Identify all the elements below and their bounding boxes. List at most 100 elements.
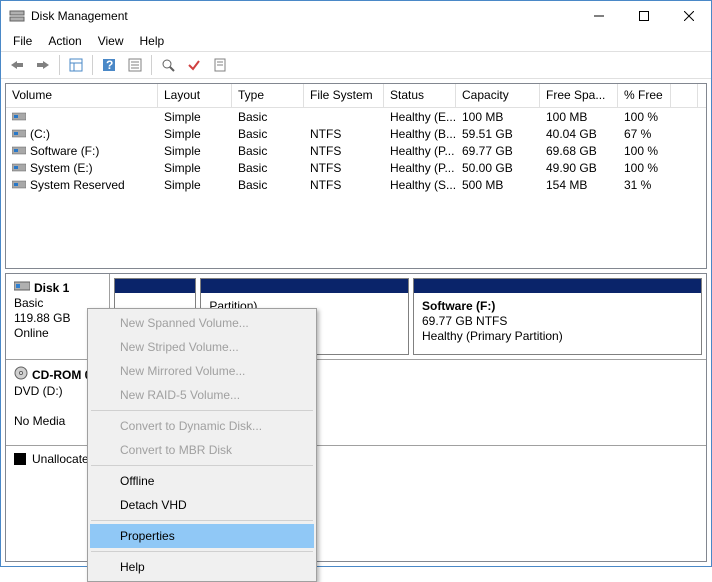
cell-type: Basic: [232, 161, 304, 175]
table-row[interactable]: System (E:)SimpleBasicNTFSHealthy (P...5…: [6, 159, 706, 176]
cell-volume: System Reserved: [6, 178, 158, 192]
menu-action[interactable]: Action: [40, 32, 89, 50]
disk-icon: [14, 280, 30, 296]
titlebar: Disk Management: [1, 1, 711, 31]
svg-text:?: ?: [106, 58, 113, 72]
help-icon[interactable]: ?: [97, 53, 121, 77]
cell-layout: Simple: [158, 110, 232, 124]
cell-free: 49.90 GB: [540, 161, 618, 175]
cell-layout: Simple: [158, 178, 232, 192]
col-volume[interactable]: Volume: [6, 84, 158, 107]
col-type[interactable]: Type: [232, 84, 304, 107]
table-row[interactable]: (C:)SimpleBasicNTFSHealthy (B...59.51 GB…: [6, 125, 706, 142]
partition-body: Software (F:) 69.77 GB NTFS Healthy (Pri…: [414, 293, 701, 354]
cell-layout: Simple: [158, 144, 232, 158]
cell-free: 40.04 GB: [540, 127, 618, 141]
cell-fs: NTFS: [304, 144, 384, 158]
cell-volume: [6, 111, 158, 122]
cell-free: 154 MB: [540, 178, 618, 192]
menu-view[interactable]: View: [90, 32, 132, 50]
toolbar-separator: [151, 55, 152, 75]
cell-pct: 100 %: [618, 161, 671, 175]
cell-status: Healthy (P...: [384, 144, 456, 158]
minimize-button[interactable]: [576, 2, 621, 31]
col-freespace[interactable]: Free Spa...: [540, 84, 618, 107]
grid-body: SimpleBasicHealthy (E...100 MB100 MB100 …: [6, 108, 706, 193]
search-icon[interactable]: [156, 53, 180, 77]
settings-icon[interactable]: [64, 53, 88, 77]
ctx-convert-dynamic: Convert to Dynamic Disk...: [90, 414, 314, 438]
grid-header: Volume Layout Type File System Status Ca…: [6, 84, 706, 108]
cell-status: Healthy (E...: [384, 110, 456, 124]
toolbar-separator: [59, 55, 60, 75]
ctx-help[interactable]: Help: [90, 555, 314, 579]
cell-free: 100 MB: [540, 110, 618, 124]
legend-label: Unallocated: [32, 452, 95, 466]
ctx-new-mirrored: New Mirrored Volume...: [90, 359, 314, 383]
table-row[interactable]: SimpleBasicHealthy (E...100 MB100 MB100 …: [6, 108, 706, 125]
context-menu: New Spanned Volume... New Striped Volume…: [87, 308, 317, 582]
partition-header: [115, 279, 195, 293]
back-button[interactable]: [5, 53, 29, 77]
ctx-properties[interactable]: Properties: [90, 524, 314, 548]
cell-pct: 31 %: [618, 178, 671, 192]
menu-help[interactable]: Help: [132, 32, 173, 50]
col-layout[interactable]: Layout: [158, 84, 232, 107]
cell-type: Basic: [232, 144, 304, 158]
cell-pct: 100 %: [618, 110, 671, 124]
cell-fs: NTFS: [304, 127, 384, 141]
partition-header: [201, 279, 408, 293]
partition-name: Software (F:): [422, 299, 693, 314]
toolbar: ?: [1, 51, 711, 79]
col-status[interactable]: Status: [384, 84, 456, 107]
cell-free: 69.68 GB: [540, 144, 618, 158]
cell-capacity: 50.00 GB: [456, 161, 540, 175]
menu-file[interactable]: File: [5, 32, 40, 50]
cell-layout: Simple: [158, 161, 232, 175]
disk-name: Disk 1: [34, 281, 69, 296]
ctx-separator: [91, 465, 313, 466]
cell-type: Basic: [232, 178, 304, 192]
close-button[interactable]: [666, 2, 711, 31]
toolbar-separator: [92, 55, 93, 75]
col-spacer: [671, 84, 698, 107]
cell-volume: Software (F:): [6, 144, 158, 158]
menubar: File Action View Help: [1, 31, 711, 51]
ctx-separator: [91, 410, 313, 411]
maximize-button[interactable]: [621, 2, 666, 31]
cell-capacity: 500 MB: [456, 178, 540, 192]
check-icon[interactable]: [182, 53, 206, 77]
cell-status: Healthy (B...: [384, 127, 456, 141]
list-icon[interactable]: [123, 53, 147, 77]
properties-icon[interactable]: [208, 53, 232, 77]
cell-volume: System (E:): [6, 161, 158, 175]
col-capacity[interactable]: Capacity: [456, 84, 540, 107]
cell-type: Basic: [232, 110, 304, 124]
col-pctfree[interactable]: % Free: [618, 84, 671, 107]
ctx-new-raid5: New RAID-5 Volume...: [90, 383, 314, 407]
volume-grid: Volume Layout Type File System Status Ca…: [5, 83, 707, 269]
partition[interactable]: Software (F:) 69.77 GB NTFS Healthy (Pri…: [413, 278, 702, 355]
cell-capacity: 100 MB: [456, 110, 540, 124]
col-filesystem[interactable]: File System: [304, 84, 384, 107]
ctx-separator: [91, 520, 313, 521]
ctx-new-striped: New Striped Volume...: [90, 335, 314, 359]
legend-swatch: [14, 453, 26, 465]
cdrom-name: CD-ROM 0: [32, 368, 91, 383]
ctx-offline[interactable]: Offline: [90, 469, 314, 493]
window-title: Disk Management: [31, 9, 576, 23]
cell-status: Healthy (P...: [384, 161, 456, 175]
cell-status: Healthy (S...: [384, 178, 456, 192]
forward-button[interactable]: [31, 53, 55, 77]
cell-volume: (C:): [6, 127, 158, 141]
cell-pct: 100 %: [618, 144, 671, 158]
table-row[interactable]: Software (F:)SimpleBasicNTFSHealthy (P..…: [6, 142, 706, 159]
ctx-detach-vhd[interactable]: Detach VHD: [90, 493, 314, 517]
app-icon: [9, 8, 25, 24]
table-row[interactable]: System ReservedSimpleBasicNTFSHealthy (S…: [6, 176, 706, 193]
partition-header: [414, 279, 701, 293]
cell-capacity: 59.51 GB: [456, 127, 540, 141]
cell-fs: NTFS: [304, 161, 384, 175]
cell-type: Basic: [232, 127, 304, 141]
cell-fs: NTFS: [304, 178, 384, 192]
